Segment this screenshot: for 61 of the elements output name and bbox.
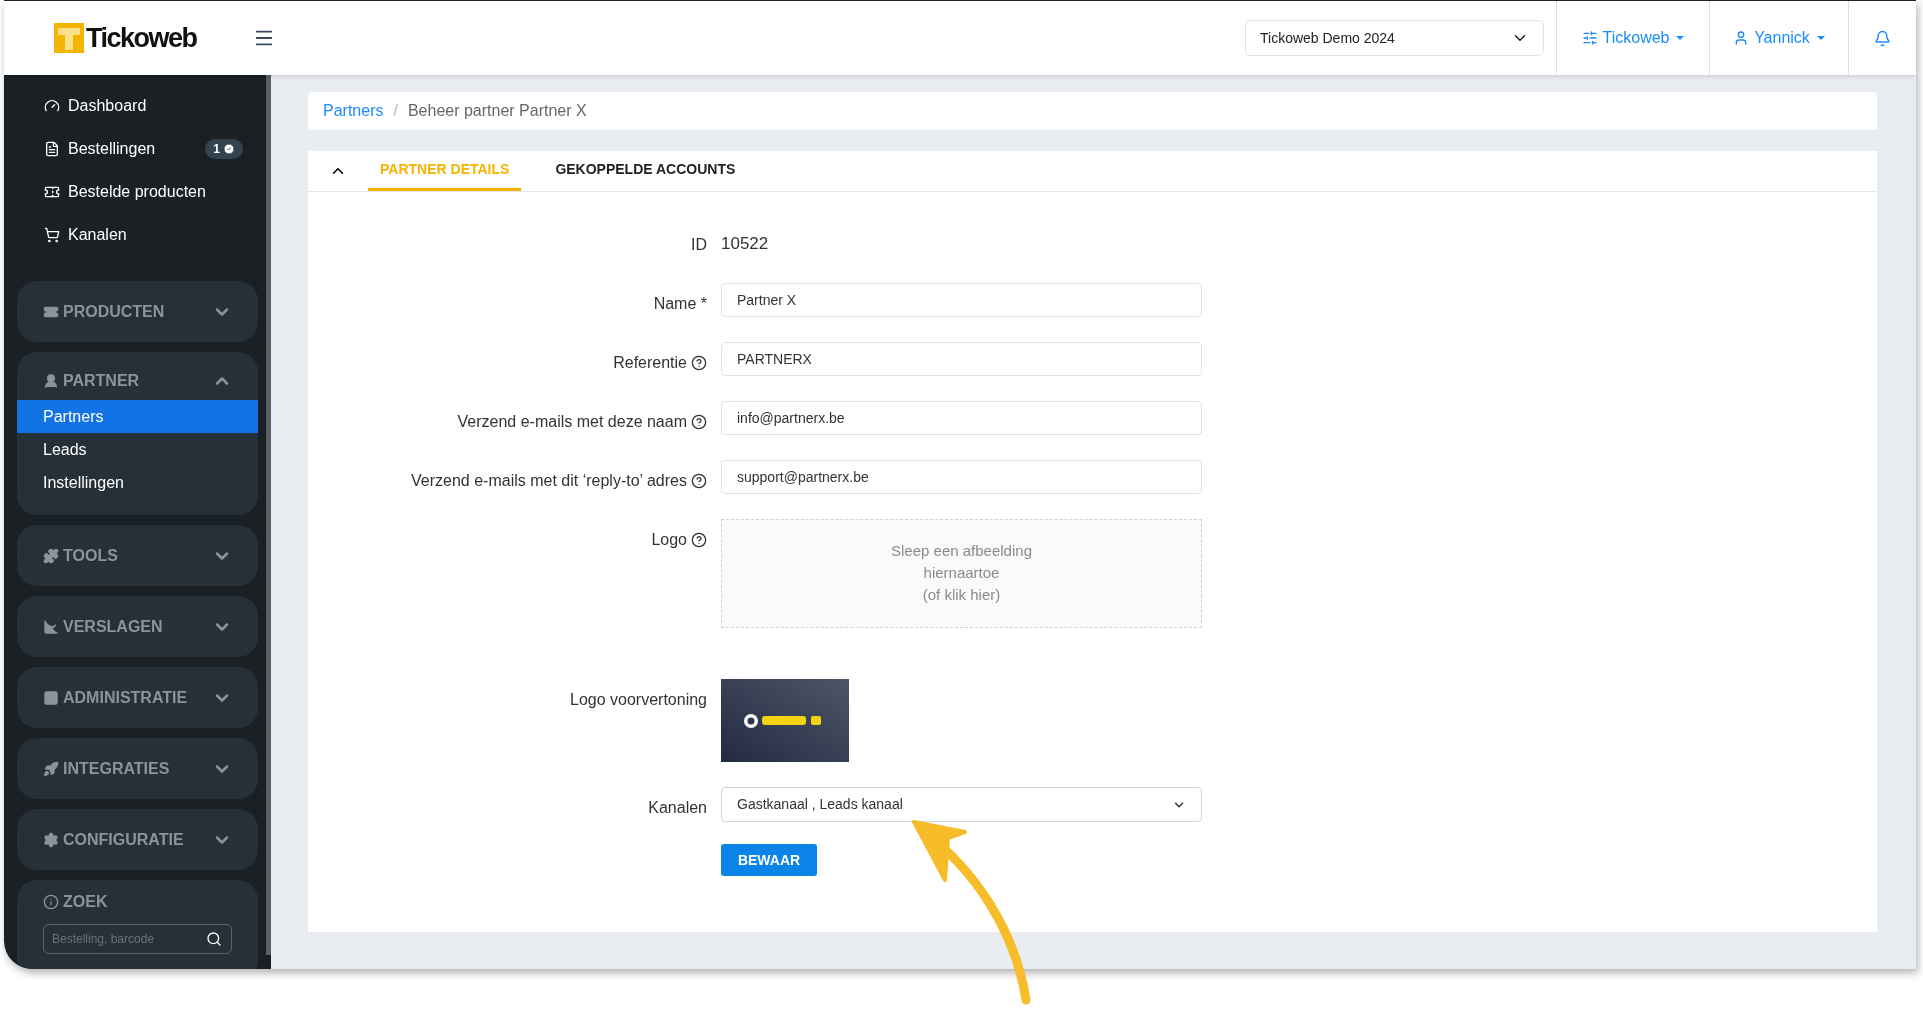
menu-group-header[interactable]: VERSLAGEN — [17, 596, 258, 657]
bell-icon — [1874, 29, 1891, 47]
breadcrumb-link[interactable]: Partners — [323, 99, 384, 123]
gauge-icon — [44, 97, 60, 114]
sidebar-item[interactable]: Kanalen — [4, 213, 265, 256]
id-value: 10522 — [721, 233, 769, 255]
save-button[interactable]: BEWAAR — [721, 844, 817, 876]
check-icon — [223, 142, 235, 155]
submenu-item[interactable]: Leads — [17, 433, 258, 466]
document-icon — [44, 140, 60, 157]
text-input[interactable]: support@partnerx.be — [721, 460, 1202, 494]
text-input[interactable]: info@partnerx.be — [721, 401, 1202, 435]
search-title: ZOEK — [43, 880, 232, 924]
field-label: Name * — [653, 293, 707, 314]
notifications-button[interactable] — [1874, 29, 1891, 47]
menu-group-header[interactable]: CONFIGURATIE — [17, 809, 258, 870]
organization-menu[interactable]: Tickoweb — [1581, 26, 1685, 50]
logo-text: Tickoweb — [86, 21, 197, 55]
rocket-icon — [43, 760, 59, 777]
puzzle-icon — [43, 547, 59, 564]
help-icon[interactable] — [691, 413, 707, 430]
event-select[interactable]: Tickoweb Demo 2024 — [1245, 20, 1544, 56]
help-icon[interactable] — [691, 472, 707, 489]
info-icon — [43, 894, 59, 910]
menu-group-header[interactable]: PARTNER — [17, 352, 258, 400]
submenu-item[interactable]: Instellingen — [17, 466, 258, 499]
sidebar-item[interactable]: Bestelde producten — [4, 170, 265, 213]
dropzone-text: hiernaartoe — [923, 563, 1000, 583]
dropzone-text: (of klik hier) — [922, 585, 1001, 605]
search-icon — [206, 931, 222, 947]
help-icon[interactable] — [691, 354, 707, 371]
sidebar-item[interactable]: Dashboard — [4, 84, 265, 127]
field-label: Kanalen — [648, 797, 707, 818]
tab[interactable]: GEKOPPELDE ACCOUNTS — [543, 151, 748, 191]
logo-icon — [54, 23, 84, 53]
field-label: Verzend e-mails met deze naam — [457, 411, 687, 432]
dropzone-text: Sleep een afbeelding — [891, 541, 1032, 561]
sliders-icon — [1581, 30, 1598, 46]
menu-group-header[interactable]: ADMINISTRATIE — [17, 667, 258, 728]
person-icon — [43, 373, 59, 389]
menu-group-header[interactable]: PRODUCTEN — [17, 281, 258, 342]
user-menu[interactable]: Yannick — [1733, 26, 1825, 50]
field-label: ID — [691, 234, 707, 255]
channels-select[interactable]: Gastkanaal , Leads kanaal — [721, 787, 1202, 822]
menu-group-header[interactable]: TOOLS — [17, 525, 258, 586]
text-input[interactable]: Partner X — [721, 283, 1202, 317]
menu-group-header[interactable]: INTEGRATIES — [17, 738, 258, 799]
search-field[interactable]: Bestelling, barcode — [43, 924, 232, 954]
field-label: Verzend e-mails met dit ‘reply-to’ adres — [411, 470, 687, 491]
field-label: Referentie — [613, 352, 687, 373]
text-input[interactable]: PARTNERX — [721, 342, 1202, 376]
count-badge: 1 — [205, 138, 243, 159]
cart-icon — [44, 226, 60, 243]
field-label: Logo voorvertoning — [570, 689, 707, 710]
submenu-item[interactable]: Partners — [17, 400, 258, 433]
help-icon[interactable] — [691, 531, 707, 548]
logo-dropzone[interactable]: Sleep een afbeelding hiernaartoe (of klik hier) — [721, 519, 1202, 628]
breadcrumb-separator: / — [393, 101, 398, 121]
field-label: Logo — [651, 529, 687, 550]
sidebar-item[interactable]: Bestellingen 1 — [4, 127, 265, 170]
breadcrumb-current: Beheer partner Partner X — [407, 101, 587, 121]
